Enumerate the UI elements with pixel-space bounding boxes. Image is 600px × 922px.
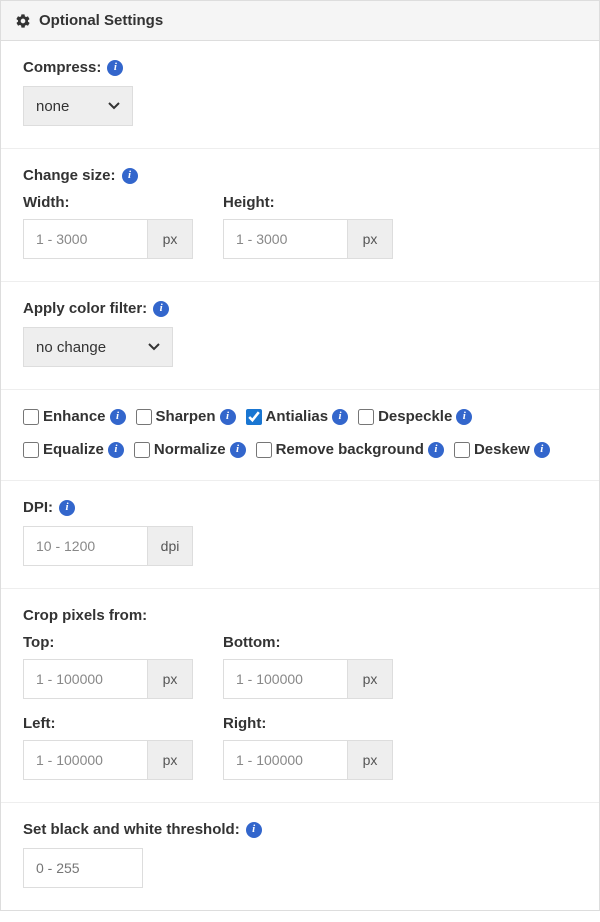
threshold-label-row: Set black and white threshold: i xyxy=(23,821,577,838)
crop-top-input[interactable] xyxy=(23,659,147,699)
section-checkboxes: Enhance i Sharpen i Antialias i Despeckl… xyxy=(1,390,599,481)
normalize-label[interactable]: Normalize xyxy=(154,441,226,458)
check-item-sharpen: Sharpen i xyxy=(136,408,236,425)
change-size-label-row: Change size: i xyxy=(23,167,577,184)
height-unit: px xyxy=(347,219,393,259)
info-icon[interactable]: i xyxy=(122,168,138,184)
section-color-filter: Apply color filter: i no change xyxy=(1,282,599,390)
crop-right-input[interactable] xyxy=(223,740,347,780)
dpi-label: DPI: xyxy=(23,499,53,516)
width-input[interactable] xyxy=(23,219,147,259)
section-crop: Crop pixels from: Top: px Bottom: px Lef… xyxy=(1,589,599,803)
enhance-checkbox[interactable] xyxy=(23,409,39,425)
panel-title: Optional Settings xyxy=(39,12,163,29)
crop-left-unit: px xyxy=(147,740,193,780)
sharpen-checkbox[interactable] xyxy=(136,409,152,425)
antialias-checkbox[interactable] xyxy=(246,409,262,425)
compress-label-row: Compress: i xyxy=(23,59,577,76)
deskew-checkbox[interactable] xyxy=(454,442,470,458)
section-threshold: Set black and white threshold: i xyxy=(1,803,599,910)
enhance-label[interactable]: Enhance xyxy=(43,408,106,425)
width-label: Width: xyxy=(23,194,193,211)
height-input[interactable] xyxy=(223,219,347,259)
info-icon[interactable]: i xyxy=(246,822,262,838)
height-label: Height: xyxy=(223,194,393,211)
color-filter-select[interactable]: no change xyxy=(23,327,173,367)
crop-top-label: Top: xyxy=(23,634,193,651)
section-compress: Compress: i none xyxy=(1,41,599,149)
gear-icon xyxy=(15,13,31,29)
compress-label: Compress: xyxy=(23,59,101,76)
info-icon[interactable]: i xyxy=(220,409,236,425)
check-item-enhance: Enhance i xyxy=(23,408,126,425)
crop-bottom-input-group: px xyxy=(223,659,393,699)
section-change-size: Change size: i Width: px Height: px xyxy=(1,149,599,282)
change-size-label: Change size: xyxy=(23,167,116,184)
crop-top-input-group: px xyxy=(23,659,193,699)
dpi-unit: dpi xyxy=(147,526,193,566)
info-icon[interactable]: i xyxy=(534,442,550,458)
height-input-group: px xyxy=(223,219,393,259)
crop-bottom-label: Bottom: xyxy=(223,634,393,651)
threshold-input[interactable] xyxy=(23,848,143,888)
check-item-removebg: Remove background i xyxy=(256,441,444,458)
info-icon[interactable]: i xyxy=(108,442,124,458)
color-filter-label: Apply color filter: xyxy=(23,300,147,317)
threshold-label: Set black and white threshold: xyxy=(23,821,240,838)
equalize-label[interactable]: Equalize xyxy=(43,441,104,458)
info-icon[interactable]: i xyxy=(332,409,348,425)
despeckle-checkbox[interactable] xyxy=(358,409,374,425)
normalize-checkbox[interactable] xyxy=(134,442,150,458)
info-icon[interactable]: i xyxy=(230,442,246,458)
crop-label: Crop pixels from: xyxy=(23,607,147,624)
crop-right-input-group: px xyxy=(223,740,393,780)
color-filter-label-row: Apply color filter: i xyxy=(23,300,577,317)
info-icon[interactable]: i xyxy=(428,442,444,458)
crop-label-row: Crop pixels from: xyxy=(23,607,577,624)
check-item-antialias: Antialias i xyxy=(246,408,349,425)
info-icon[interactable]: i xyxy=(153,301,169,317)
section-dpi: DPI: i dpi xyxy=(1,481,599,589)
sharpen-label[interactable]: Sharpen xyxy=(156,408,216,425)
check-item-normalize: Normalize i xyxy=(134,441,246,458)
removebg-label[interactable]: Remove background xyxy=(276,441,424,458)
check-item-despeckle: Despeckle i xyxy=(358,408,472,425)
crop-top-unit: px xyxy=(147,659,193,699)
info-icon[interactable]: i xyxy=(456,409,472,425)
width-input-group: px xyxy=(23,219,193,259)
width-unit: px xyxy=(147,219,193,259)
crop-bottom-input[interactable] xyxy=(223,659,347,699)
equalize-checkbox[interactable] xyxy=(23,442,39,458)
check-item-equalize: Equalize i xyxy=(23,441,124,458)
panel-header: Optional Settings xyxy=(1,1,599,41)
dpi-input[interactable] xyxy=(23,526,147,566)
check-item-deskew: Deskew i xyxy=(454,441,550,458)
deskew-label[interactable]: Deskew xyxy=(474,441,530,458)
info-icon[interactable]: i xyxy=(110,409,126,425)
removebg-checkbox[interactable] xyxy=(256,442,272,458)
crop-left-input[interactable] xyxy=(23,740,147,780)
antialias-label[interactable]: Antialias xyxy=(266,408,329,425)
dpi-input-group: dpi xyxy=(23,526,193,566)
threshold-input-group xyxy=(23,848,143,888)
info-icon[interactable]: i xyxy=(107,60,123,76)
crop-right-unit: px xyxy=(347,740,393,780)
optional-settings-panel: Optional Settings Compress: i none Chang… xyxy=(0,0,600,911)
dpi-label-row: DPI: i xyxy=(23,499,577,516)
crop-left-label: Left: xyxy=(23,715,193,732)
crop-right-label: Right: xyxy=(223,715,393,732)
crop-left-input-group: px xyxy=(23,740,193,780)
info-icon[interactable]: i xyxy=(59,500,75,516)
despeckle-label[interactable]: Despeckle xyxy=(378,408,452,425)
crop-bottom-unit: px xyxy=(347,659,393,699)
compress-select[interactable]: none xyxy=(23,86,133,126)
